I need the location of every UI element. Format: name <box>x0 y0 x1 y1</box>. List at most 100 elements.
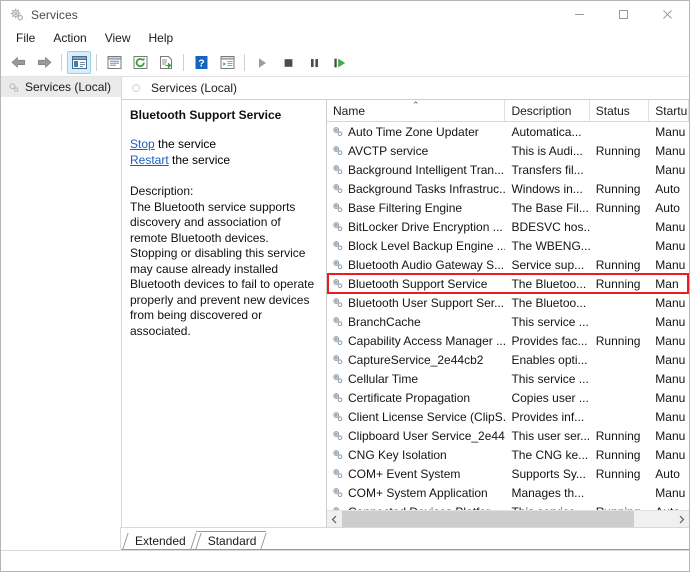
column-header-status[interactable]: Status <box>590 100 650 121</box>
service-gear-icon <box>331 372 344 385</box>
menu-view[interactable]: View <box>96 29 140 48</box>
stop-service-icon[interactable] <box>276 51 300 74</box>
service-gear-icon <box>331 182 344 195</box>
cell-text: This service ... <box>511 505 588 511</box>
column-header-name[interactable]: Name ⌃ <box>327 100 506 121</box>
cell-startup: Manu <box>649 410 689 424</box>
cell-text: Running <box>595 466 641 481</box>
cell-text: Running <box>595 276 641 291</box>
back-arrow-icon[interactable] <box>6 51 30 74</box>
column-header-description[interactable]: Description <box>505 100 590 121</box>
service-gear-icon <box>331 353 344 366</box>
horizontal-scrollbar[interactable] <box>327 510 689 527</box>
cell-text: Auto Time Zone Updater <box>348 124 479 139</box>
cell-status: Running <box>590 505 650 511</box>
cell-text: Client License Service (ClipS... <box>348 409 506 424</box>
service-gear-icon <box>331 448 344 461</box>
cell-description: The Bluetoo... <box>505 277 589 291</box>
chevron-right-icon[interactable] <box>674 511 689 527</box>
table-row[interactable]: Capability Access Manager ... Provides fa… <box>327 331 689 350</box>
cell-text: Manu <box>655 428 686 443</box>
table-row[interactable]: Bluetooth Support Service The Bluetoo... R… <box>327 274 689 293</box>
menu-file[interactable]: File <box>7 29 44 48</box>
table-row[interactable]: Connected Devices Platfor... This service… <box>327 502 689 510</box>
cell-startup: Manu <box>649 258 689 272</box>
cell-status: Running <box>590 201 650 215</box>
cell-description: Automatica... <box>505 125 589 139</box>
forward-arrow-icon[interactable] <box>32 51 56 74</box>
table-row[interactable]: Background Intelligent Tran... Transfers … <box>327 160 689 179</box>
table-row[interactable]: CaptureService_2e44cb2 Enables opti... Man… <box>327 350 689 369</box>
service-description: Description: The Bluetooth service suppo… <box>130 184 316 339</box>
toolbar-separator <box>244 54 245 71</box>
table-row[interactable]: Certificate Propagation Copies user ... Ma… <box>327 388 689 407</box>
table-row[interactable]: COM+ System Application Manages th... Manu <box>327 483 689 502</box>
column-header-startup[interactable]: Startu <box>649 100 689 121</box>
chevron-left-icon[interactable] <box>327 511 342 527</box>
cell-startup: Auto <box>649 505 689 511</box>
refresh-icon[interactable] <box>128 51 152 74</box>
pause-service-icon[interactable] <box>302 51 326 74</box>
maximize-button[interactable] <box>601 1 645 28</box>
toolbar-separator <box>96 54 97 71</box>
table-row[interactable]: COM+ Event System Supports Sy... Running Au… <box>327 464 689 483</box>
cell-text: Manu <box>655 371 686 386</box>
start-service-icon[interactable] <box>250 51 274 74</box>
table-row[interactable]: Bluetooth Audio Gateway S... Service sup.… <box>327 255 689 274</box>
cell-text: This user ser... <box>511 428 590 443</box>
cell-status: Running <box>590 258 650 272</box>
cell-text: Cellular Time <box>348 371 419 386</box>
tab-extended[interactable]: Extended <box>122 532 197 550</box>
cell-startup: Man <box>649 277 689 291</box>
window-title: Services <box>31 7 78 22</box>
cell-startup: Manu <box>649 239 689 253</box>
table-row[interactable]: CNG Key Isolation The CNG ke... Running Man… <box>327 445 689 464</box>
cell-description: The Bluetoo... <box>505 296 589 310</box>
cell-text: Base Filtering Engine <box>348 200 463 215</box>
stop-service-link[interactable]: Stop <box>130 137 155 151</box>
cell-text: Bluetooth User Support Ser... <box>348 295 505 310</box>
table-row[interactable]: Block Level Backup Engine ... The WBENG..… <box>327 236 689 255</box>
table-row[interactable]: Auto Time Zone Updater Automatica... Manu <box>327 122 689 141</box>
menu-action[interactable]: Action <box>44 29 95 48</box>
show-hide-console-tree-icon[interactable] <box>67 51 91 74</box>
cell-description: This service ... <box>505 505 589 511</box>
cell-description: Copies user ... <box>505 391 589 405</box>
properties-icon[interactable] <box>102 51 126 74</box>
cell-text: Clipboard User Service_2e44... <box>348 428 506 443</box>
service-gear-icon <box>331 505 344 510</box>
tab-standard[interactable]: Standard <box>195 531 268 550</box>
close-button[interactable] <box>645 1 689 28</box>
menu-help[interactable]: Help <box>140 29 183 48</box>
cell-text: The Bluetoo... <box>511 276 587 291</box>
export-list-icon[interactable] <box>154 51 178 74</box>
table-row[interactable]: Cellular Time This service ... Manu <box>327 369 689 388</box>
cell-text: Manu <box>655 219 686 234</box>
table-row[interactable]: Bluetooth User Support Ser... The Bluetoo… <box>327 293 689 312</box>
table-row[interactable]: AVCTP service This is Audi... Running Manu <box>327 141 689 160</box>
help-icon[interactable]: ? <box>189 51 213 74</box>
listview-rows: Auto Time Zone Updater Automatica... Manu A… <box>327 122 689 510</box>
table-row[interactable]: Client License Service (ClipS... Provides… <box>327 407 689 426</box>
table-row[interactable]: BitLocker Drive Encryption ... BDESVC hos… <box>327 217 689 236</box>
restart-service-link[interactable]: Restart <box>130 153 169 167</box>
scrollbar-thumb[interactable] <box>342 511 635 527</box>
table-row[interactable]: Clipboard User Service_2e44... This user … <box>327 426 689 445</box>
cell-text: Manu <box>655 390 686 405</box>
table-row[interactable]: Background Tasks Infrastruc... Windows in… <box>327 179 689 198</box>
cell-text: Enables opti... <box>511 352 588 367</box>
table-row[interactable]: BranchCache This service ... Manu <box>327 312 689 331</box>
table-row[interactable]: Base Filtering Engine The Base Fil... Runn… <box>327 198 689 217</box>
minimize-button[interactable] <box>557 1 601 28</box>
cell-text: Manu <box>655 333 686 348</box>
scrollbar-track[interactable] <box>342 511 674 527</box>
cell-name: AVCTP service <box>327 144 505 158</box>
tab-label: Extended <box>135 534 186 548</box>
cell-startup: Manu <box>649 144 689 158</box>
tree-node-services-local[interactable]: Services (Local) <box>1 77 121 97</box>
cell-text: Running <box>595 333 641 348</box>
restart-service-icon[interactable] <box>328 51 352 74</box>
cell-text: Manu <box>655 409 686 424</box>
show-hide-action-pane-icon[interactable] <box>215 51 239 74</box>
cell-text: The Bluetoo... <box>511 295 587 310</box>
